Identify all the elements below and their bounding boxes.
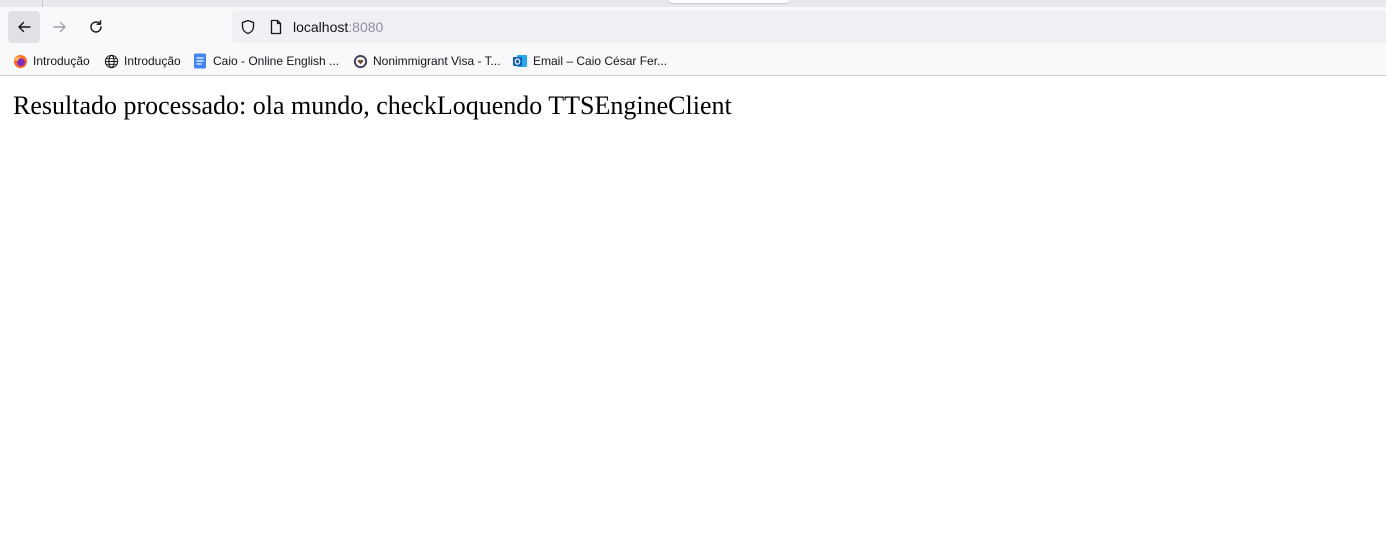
reload-icon [90, 20, 102, 33]
result-text: Resultado processado: ola mundo, checkLo… [13, 91, 732, 120]
active-tab[interactable] [669, 0, 789, 3]
bookmarks-toolbar: Introdução Introdução Caio - Online Engl… [0, 47, 1386, 76]
bookmark-item[interactable]: Introdução [12, 53, 90, 69]
tab-strip [0, 0, 1386, 7]
firefox-icon [12, 53, 28, 69]
arrow-right-icon [53, 21, 66, 33]
page-content: Resultado processado: ola mundo, checkLo… [0, 76, 1386, 546]
reload-button[interactable] [80, 11, 112, 43]
forward-button[interactable] [44, 11, 76, 43]
bookmark-label: Email – Caio César Fer... [533, 54, 668, 68]
page-info-icon[interactable] [266, 17, 286, 37]
url-port: :8080 [348, 19, 384, 35]
navigation-toolbar: localhost:8080 [0, 7, 1386, 47]
bookmark-item[interactable]: Email – Caio César Fer... [512, 53, 667, 69]
bookmark-label: Nonimmigrant Visa - T... [373, 54, 501, 68]
shield-icon[interactable] [238, 17, 258, 37]
bookmark-label: Introdução [124, 54, 181, 68]
address-bar[interactable]: localhost:8080 [232, 11, 1386, 43]
bookmark-label: Caio - Online English ... [213, 54, 340, 68]
bookmark-item[interactable]: Caio - Online English ... [192, 53, 339, 69]
tab-divider [42, 0, 43, 7]
url-text[interactable]: localhost:8080 [293, 19, 383, 35]
google-docs-icon [192, 53, 208, 69]
arrow-left-icon [18, 21, 31, 33]
back-button[interactable] [8, 11, 40, 43]
url-host: localhost [293, 19, 349, 35]
bookmark-label: Introdução [33, 54, 90, 68]
us-seal-icon [352, 53, 368, 69]
globe-icon [103, 53, 119, 69]
bookmark-item[interactable]: Nonimmigrant Visa - T... [352, 53, 501, 69]
bookmark-item[interactable]: Introdução [103, 53, 181, 69]
outlook-icon [512, 53, 528, 69]
